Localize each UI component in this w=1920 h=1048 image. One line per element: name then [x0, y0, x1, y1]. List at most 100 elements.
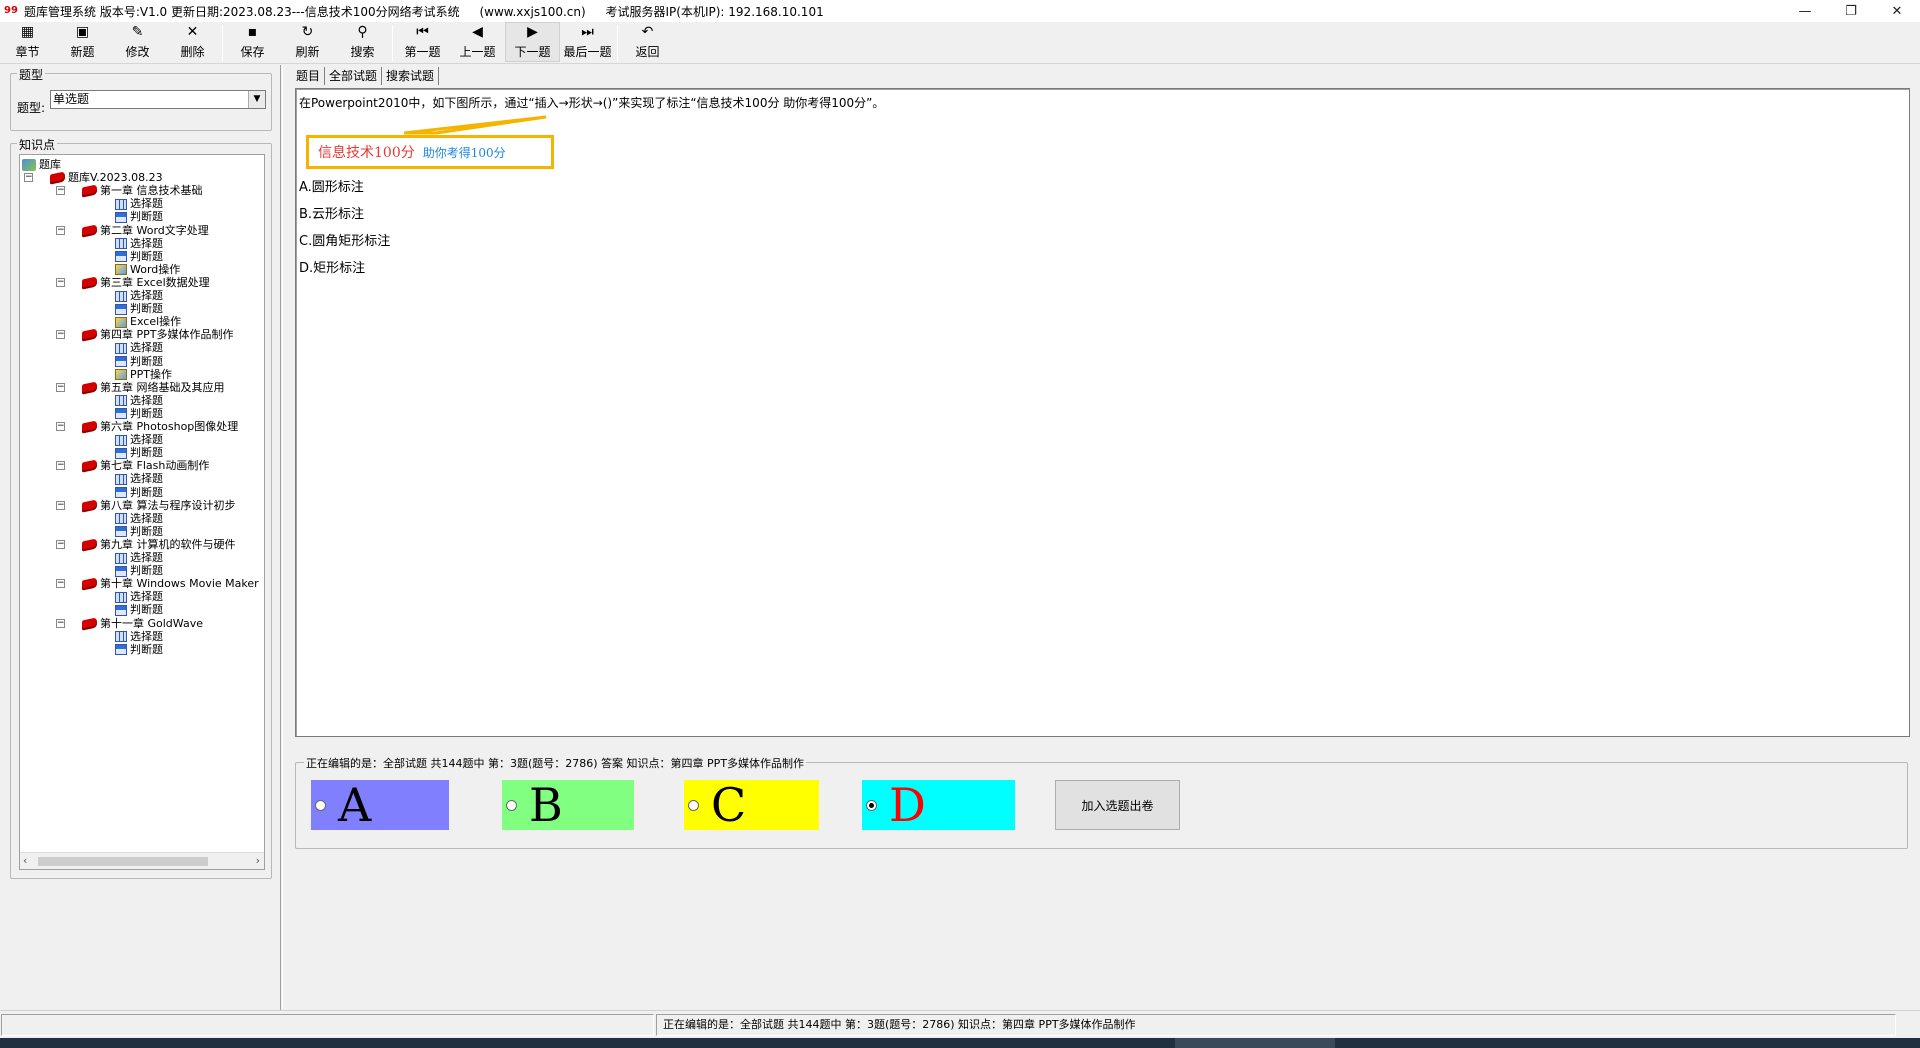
- answer-b-letter: B: [529, 778, 563, 832]
- book-icon: [82, 577, 97, 591]
- tree-horizontal-scrollbar[interactable]: ‹ ›: [20, 852, 264, 869]
- book-icon: [82, 459, 97, 473]
- tree-collapse-icon[interactable]: −: [56, 330, 65, 340]
- tree-node[interactable]: 判断题: [115, 642, 163, 658]
- tab-search-questions[interactable]: 搜索试题: [382, 67, 440, 85]
- book-icon: [82, 223, 97, 238]
- answer-d-letter: D: [889, 778, 926, 832]
- judge-icon: [115, 356, 127, 367]
- title-server-ip: 考试服务器IP(本机IP): 192.168.10.101: [605, 4, 824, 19]
- tab-bar: 题目 全部试题 搜索试题: [292, 67, 440, 85]
- type-group-title: 题型: [17, 66, 46, 83]
- os-taskbar: [0, 1038, 1920, 1048]
- grid-icon: [115, 434, 127, 446]
- tree-collapse-icon[interactable]: −: [56, 461, 65, 471]
- knowledge-point-group: 知识点 ‹ › 题库 题库V.2023.08.23− 第一章 信息技术基础 − 选择题判…: [10, 136, 272, 879]
- toolbar-button-4[interactable]: ▪ 保存: [225, 22, 280, 62]
- back-icon: ↶: [641, 24, 654, 40]
- tree-collapse-icon[interactable]: −: [56, 382, 65, 392]
- tree-collapse-icon[interactable]: −: [56, 500, 65, 510]
- toolbar-button-2[interactable]: ✎ 修改: [110, 22, 165, 62]
- book-icon: [82, 184, 97, 198]
- tree-collapse-icon[interactable]: −: [56, 579, 65, 589]
- callout-sub-text: 助你考得100分: [422, 145, 506, 160]
- scrollbar-thumb[interactable]: [38, 857, 208, 866]
- answer-a-letter: A: [338, 778, 372, 832]
- answer-d-radio[interactable]: [866, 799, 877, 811]
- left-panel: 题型 题型: 单选题 ▼ 知识点 ‹ › 题库 题库V.2023.08.23− 第一…: [0, 65, 278, 1010]
- toolbar-button-label: 搜索: [350, 45, 375, 59]
- type-select[interactable]: 单选题 ▼: [50, 90, 266, 109]
- tree-collapse-icon[interactable]: −: [56, 225, 65, 235]
- restore-button[interactable]: ❐: [1828, 0, 1874, 22]
- toolbar-button-6[interactable]: ⚲ 搜索: [335, 22, 390, 62]
- toolbar-button-label: 刷新: [295, 45, 320, 59]
- grid-icon: [115, 342, 127, 354]
- answer-c-letter: C: [711, 778, 747, 832]
- option-c: C.圆角矩形标注: [299, 234, 391, 249]
- toolbar-button-8[interactable]: ◀ 上一题: [450, 22, 505, 62]
- close-button[interactable]: ✕: [1874, 0, 1920, 22]
- judge-icon: [115, 251, 127, 263]
- tab-all-questions[interactable]: 全部试题: [325, 67, 383, 85]
- option-b: B.云形标注: [299, 207, 365, 222]
- toolbar-button-5[interactable]: ↻ 刷新: [280, 22, 335, 62]
- status-bar: 正在编辑的是：全部试题 共144题中 第：3题(题号：2786) 知识点：第四章…: [0, 1010, 1920, 1038]
- knowledge-tree[interactable]: ‹ › 题库 题库V.2023.08.23− 第一章 信息技术基础 − 选择题 判断题 第二…: [19, 154, 265, 870]
- question-editor[interactable]: 在Powerpoint2010中，如下图所示，通过“插入→形状→()”来实现了标…: [295, 88, 1910, 737]
- toolbar-button-9[interactable]: ▶ 下一题: [505, 22, 560, 62]
- tree-collapse-icon[interactable]: −: [56, 539, 65, 549]
- scroll-left-icon[interactable]: ‹: [23, 854, 27, 867]
- tree-collapse-icon[interactable]: −: [56, 277, 65, 287]
- toolbar-button-label: 删除: [180, 45, 205, 59]
- toolbar-button-11[interactable]: ↶ 返回: [620, 22, 675, 62]
- answer-group-title: 正在编辑的是：全部试题 共144题中 第：3题(题号：2786) 答案 知识点：…: [304, 755, 807, 771]
- title-website: (www.xxjs100.cn): [479, 4, 586, 19]
- add-to-paper-button[interactable]: 加入选题出卷: [1055, 780, 1180, 830]
- toolbar-button-label: 修改: [125, 45, 150, 59]
- minimize-button[interactable]: —: [1782, 0, 1828, 22]
- edit-icon: ✎: [131, 24, 144, 40]
- taskbar-item[interactable]: [1175, 1038, 1335, 1048]
- last-icon: ⏭: [581, 24, 594, 40]
- book-icon: [82, 420, 97, 434]
- toolbar-separator: [617, 25, 618, 61]
- toolbar-button-7[interactable]: ⏮ 第一题: [395, 22, 450, 62]
- answer-c-radio[interactable]: [688, 799, 699, 811]
- answer-b-radio[interactable]: [506, 799, 517, 811]
- book-icon: [82, 616, 97, 631]
- answer-d[interactable]: D: [862, 780, 1015, 830]
- next-icon: ▶: [527, 24, 538, 40]
- op-icon: [115, 369, 127, 381]
- status-cell-empty: [1, 1014, 654, 1036]
- first-icon: ⏮: [416, 24, 429, 40]
- answer-c[interactable]: C: [684, 780, 819, 830]
- toolbar-button-0[interactable]: ▦ 章节: [0, 22, 55, 62]
- answer-b[interactable]: B: [502, 780, 634, 830]
- tree-collapse-icon[interactable]: −: [24, 173, 33, 183]
- toolbar-button-label: 保存: [240, 45, 265, 59]
- judge-icon: [115, 408, 127, 420]
- tree-node[interactable]: 第十章 Windows Movie Maker: [82, 576, 259, 592]
- new-icon: ▣: [75, 24, 90, 40]
- tree-collapse-icon[interactable]: −: [56, 618, 65, 628]
- toolbar-button-10[interactable]: ⏭ 最后一题: [560, 22, 615, 62]
- tree-collapse-icon[interactable]: −: [56, 422, 65, 431]
- judge-icon: [115, 526, 127, 538]
- answer-a-radio[interactable]: [315, 799, 326, 811]
- grid-icon: [115, 591, 127, 603]
- answer-a[interactable]: A: [311, 780, 449, 830]
- panel-splitter[interactable]: [280, 65, 283, 1010]
- toolbar-button-1[interactable]: ▣ 新题: [55, 22, 110, 62]
- toolbar-button-label: 上一题: [459, 45, 496, 59]
- title-bar: 99 题库管理系统 版本号:V1.0 更新日期:2023.08.23---信息技…: [0, 0, 1920, 22]
- tree-collapse-icon[interactable]: −: [56, 186, 65, 196]
- save-icon: ▪: [247, 24, 258, 40]
- callout-main-text: 信息技术100分: [318, 145, 415, 161]
- chevron-down-icon[interactable]: ▼: [248, 91, 265, 108]
- tab-question[interactable]: 题目: [292, 67, 326, 85]
- grid-icon: [115, 631, 127, 643]
- scroll-right-icon[interactable]: ›: [256, 854, 260, 867]
- toolbar-button-3[interactable]: ✕ 删除: [165, 22, 220, 62]
- prev-icon: ◀: [472, 24, 483, 40]
